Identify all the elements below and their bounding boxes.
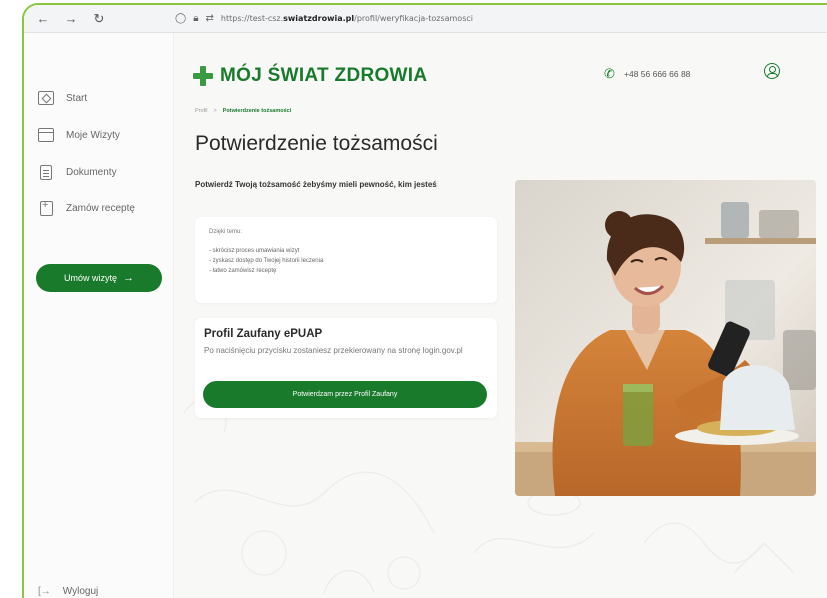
- arrow-right-icon: →: [123, 272, 134, 284]
- benefits-heading: Dzięki temu:: [209, 229, 243, 235]
- user-account-icon[interactable]: [764, 63, 780, 79]
- forward-arrow-icon[interactable]: →: [62, 10, 80, 28]
- sidebar-item-start[interactable]: Start: [38, 91, 87, 105]
- sidebar-item-documents[interactable]: Dokumenty: [38, 165, 117, 180]
- benefit-item: - zyskasz dostęp do Twojej historii lecz…: [209, 258, 324, 264]
- breadcrumb-parent[interactable]: Profil: [195, 108, 208, 114]
- hero-photo: [515, 180, 816, 496]
- address-bar[interactable]: ◯ 🔒︎ ⇄ https://test-csz.swiatzdrowia.pl/…: [169, 7, 827, 30]
- sidebar-item-label: Zamów receptę: [66, 203, 135, 214]
- phone-contact[interactable]: ✆ +48 56 666 66 88: [604, 67, 690, 81]
- reload-icon[interactable]: ↻: [90, 10, 108, 28]
- app-frame: ← → ↻ ◯ 🔒︎ ⇄ https://test-csz.swiatzdrow…: [22, 3, 827, 598]
- sidebar-item-label: Moje Wizyty: [66, 129, 120, 141]
- main-content: MÓJ ŚWIAT ZDROWIA ✆ +48 56 666 66 88 Pro…: [174, 33, 827, 598]
- phone-number: +48 56 666 66 88: [624, 69, 691, 79]
- page-lead: Potwierdź Twoją tożsamość żebyśmy mieli …: [195, 180, 437, 189]
- breadcrumb: Profil > Potwierdzenie tożsamości: [195, 108, 291, 114]
- epuap-card: Profil Zaufany ePUAP Po naciśnięciu przy…: [195, 318, 497, 418]
- epuap-description: Po naciśnięciu przycisku zostaniesz prze…: [204, 346, 463, 355]
- benefit-item: - łatwo zamówisz receptę: [209, 268, 277, 274]
- url-text: https://test-csz.swiatzdrowia.pl/profil/…: [220, 14, 473, 23]
- prescription-icon: [40, 199, 53, 216]
- page-title: Potwierdzenie tożsamości: [195, 132, 438, 155]
- sidebar-item-label: Start: [66, 92, 88, 104]
- confirm-trusted-profile-button[interactable]: Potwierdzam przez Profil Zaufany: [203, 381, 487, 408]
- breadcrumb-separator: >: [213, 108, 217, 114]
- home-icon: [38, 91, 54, 105]
- book-appointment-button[interactable]: Umów wizytę →: [36, 264, 162, 292]
- woman-with-phone-illustration: [515, 180, 816, 496]
- shield-icon: ◯: [175, 13, 187, 24]
- back-arrow-icon[interactable]: ←: [34, 10, 52, 28]
- lock-icon: 🔒︎: [193, 13, 199, 24]
- logout-icon: [→: [38, 586, 51, 597]
- book-appointment-label: Umów wizytę: [63, 273, 117, 283]
- sidebar-item-appointments[interactable]: Moje Wizyty: [38, 128, 120, 142]
- sidebar-item-label: Dokumenty: [66, 167, 117, 178]
- benefits-card: Dzięki temu: - skrócisz proces umawiania…: [195, 217, 497, 303]
- browser-nav: ← → ↻: [24, 10, 169, 28]
- permissions-icon: ⇄: [205, 13, 214, 24]
- logo-text: MÓJ ŚWIAT ZDROWIA: [220, 65, 428, 86]
- breadcrumb-current: Potwierdzenie tożsamości: [222, 108, 292, 114]
- cross-logo-icon: [193, 66, 213, 86]
- sidebar: Start Moje Wizyty Dokumenty Zamów recept…: [24, 33, 174, 598]
- logout-button[interactable]: [→ Wyloguj: [38, 586, 98, 597]
- logout-label: Wyloguj: [62, 586, 99, 597]
- calendar-icon: [38, 128, 54, 142]
- sidebar-item-prescription[interactable]: Zamów receptę: [38, 199, 135, 216]
- browser-toolbar: ← → ↻ ◯ 🔒︎ ⇄ https://test-csz.swiatzdrow…: [24, 5, 827, 33]
- phone-icon: ✆: [604, 66, 615, 81]
- benefit-item: - skrócisz proces umawiania wizyt: [209, 248, 300, 254]
- brand-logo[interactable]: MÓJ ŚWIAT ZDROWIA: [193, 65, 427, 87]
- epuap-title: Profil Zaufany ePUAP: [204, 328, 323, 340]
- document-icon: [40, 165, 52, 180]
- confirm-button-label: Potwierdzam przez Profil Zaufany: [292, 391, 398, 398]
